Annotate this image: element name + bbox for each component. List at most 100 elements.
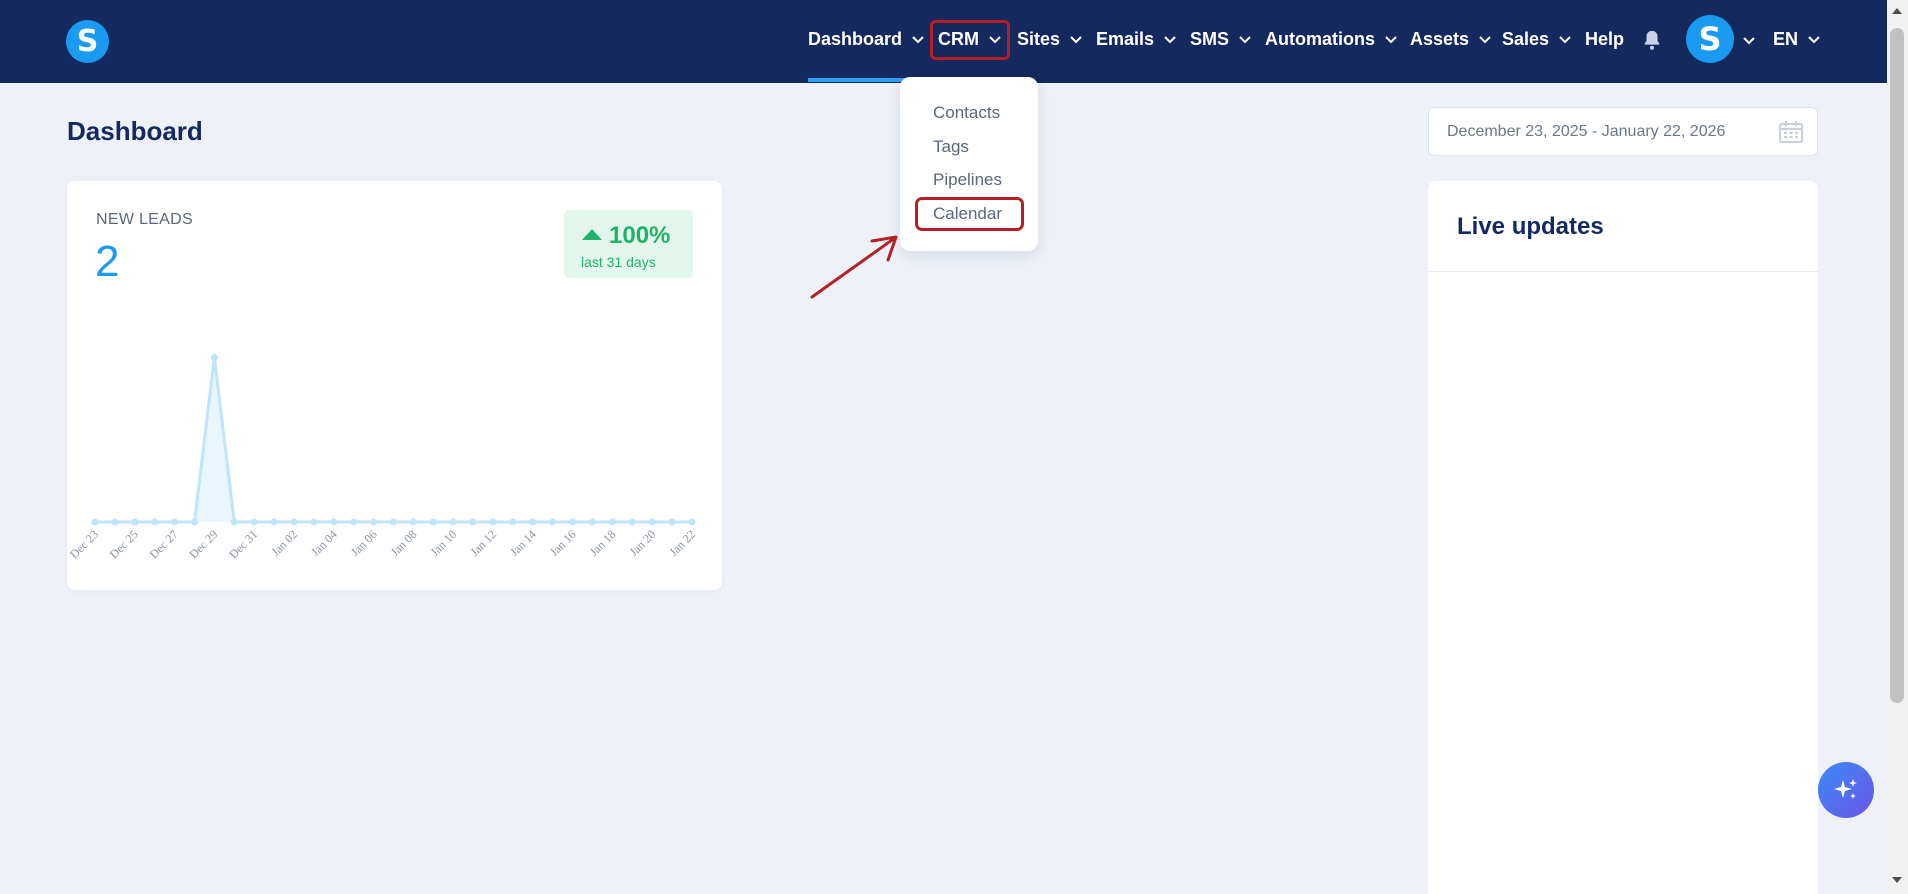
chart-point [270, 518, 278, 526]
chart-point [429, 518, 437, 526]
chart-point [668, 518, 676, 526]
chart-point [449, 518, 457, 526]
chart-point [111, 518, 119, 526]
x-tick-label: Dec 27 [147, 527, 181, 561]
chart-point [210, 353, 218, 361]
x-tick-label: Jan 16 [547, 527, 579, 559]
chart-point [370, 518, 378, 526]
chart-point [589, 518, 596, 526]
chart-point [628, 518, 636, 526]
menu-item-contacts[interactable]: Contacts [933, 103, 1000, 123]
notification-bell-icon[interactable] [1641, 29, 1663, 51]
nav-label-dashboard: Dashboard [808, 28, 903, 49]
nav-item-help[interactable]: Help [1585, 0, 1624, 78]
chart-area [95, 357, 692, 522]
calendar-highlight-box [915, 197, 1024, 231]
chart-point [688, 518, 696, 526]
app-logo[interactable]: S [66, 20, 109, 63]
chart-point [469, 518, 477, 526]
ai-assistant-button[interactable] [1818, 762, 1874, 818]
chart-point [648, 518, 656, 526]
page-title: Dashboard [67, 116, 203, 146]
live-updates-panel: Live updates [1428, 181, 1818, 894]
x-tick-label: Dec 25 [107, 527, 141, 561]
nav-label-sites: Sites [1017, 28, 1061, 49]
date-range-text: December 23, 2025 - January 22, 2026 [1447, 122, 1726, 140]
annotation-arrow-icon [810, 235, 898, 299]
chart-point [529, 518, 537, 526]
user-avatar[interactable]: S [1686, 15, 1734, 63]
chevron-down-icon [1479, 36, 1491, 44]
x-tick-label: Jan 14 [507, 527, 539, 559]
chart-point [549, 518, 557, 526]
chart-point [409, 518, 417, 526]
sparkle-icon [1834, 779, 1857, 799]
chevron-down-icon [1070, 36, 1082, 44]
nav-label-sales: Sales [1502, 28, 1550, 49]
chart-line [95, 357, 692, 524]
nav-label-automations: Automations [1265, 28, 1375, 49]
new-leads-card: NEW LEADS 2 100% last 31 days Dec 23 Dec … [67, 181, 722, 590]
divider [1428, 271, 1818, 272]
chevron-down-icon [1808, 36, 1820, 44]
chart-point [290, 518, 298, 526]
scroll-down-arrow-icon[interactable] [1892, 877, 1902, 883]
x-tick-label: Jan 22 [666, 527, 698, 559]
chart-point [230, 518, 238, 526]
chart-point [171, 518, 179, 526]
chart-point [151, 518, 159, 526]
scroll-up-arrow-icon[interactable] [1892, 8, 1902, 14]
chart-point [330, 518, 338, 526]
live-updates-title: Live updates [1457, 213, 1604, 240]
chart-point [131, 518, 139, 526]
menu-item-pipelines[interactable]: Pipelines [933, 170, 1002, 190]
calendar-icon[interactable] [1779, 121, 1803, 143]
nav-item-sites[interactable]: Sites [1017, 0, 1083, 78]
x-tick-label: Jan 20 [627, 527, 659, 559]
nav-item-assets[interactable]: Assets [1410, 0, 1492, 78]
x-tick-label: Dec 31 [226, 527, 260, 561]
chevron-down-icon [1239, 36, 1251, 44]
chart-point [608, 518, 616, 526]
chart-point [191, 518, 198, 526]
nav-label-help: Help [1585, 28, 1625, 49]
chart-point [350, 518, 358, 526]
x-tick-label: Jan 04 [308, 527, 340, 559]
chart-point [390, 518, 397, 526]
x-tick-label: Jan 02 [268, 527, 300, 559]
x-tick-label: Jan 10 [428, 527, 460, 559]
nav-label-emails: Emails [1096, 28, 1155, 49]
chevron-down-icon [1164, 36, 1176, 44]
x-tick-label: Jan 12 [467, 527, 499, 559]
nav-item-sms[interactable]: SMS [1190, 0, 1252, 78]
nav-label-sms: SMS [1190, 28, 1230, 49]
x-tick-label: Dec 29 [186, 527, 220, 561]
chart-point [310, 518, 318, 526]
nav-item-emails[interactable]: Emails [1096, 0, 1177, 78]
new-leads-chart: Dec 23 Dec 25 Dec 27 Dec 29 Dec 31 Jan 02 Jan … [67, 353, 698, 561]
chart-point [250, 518, 258, 526]
chevron-down-icon [1559, 36, 1571, 44]
language-selector[interactable]: EN [1773, 0, 1821, 78]
x-tick-label: Jan 06 [348, 527, 380, 559]
menu-item-tags[interactable]: Tags [933, 137, 969, 157]
scrollbar-thumb[interactable] [1890, 28, 1904, 703]
chart-point [91, 518, 99, 526]
chart-point [489, 518, 497, 526]
nav-item-sales[interactable]: Sales [1502, 0, 1572, 78]
language-label: EN [1773, 28, 1799, 49]
chevron-down-icon [912, 36, 924, 44]
nav-item-automations[interactable]: Automations [1265, 0, 1398, 78]
chart-point [569, 518, 577, 526]
nav-item-dashboard[interactable]: Dashboard [808, 0, 925, 78]
date-range-picker[interactable]: December 23, 2025 - January 22, 2026 [1428, 107, 1818, 156]
x-tick-label: Jan 18 [587, 527, 619, 559]
x-tick-label: Jan 08 [388, 527, 420, 559]
crm-highlight-box [930, 20, 1010, 60]
nav-label-assets: Assets [1410, 28, 1470, 49]
x-tick-label: Dec 23 [67, 527, 101, 561]
chevron-down-icon[interactable] [1742, 33, 1756, 47]
chevron-down-icon [1385, 36, 1397, 44]
chart-point [509, 518, 517, 526]
active-nav-indicator [808, 78, 905, 82]
